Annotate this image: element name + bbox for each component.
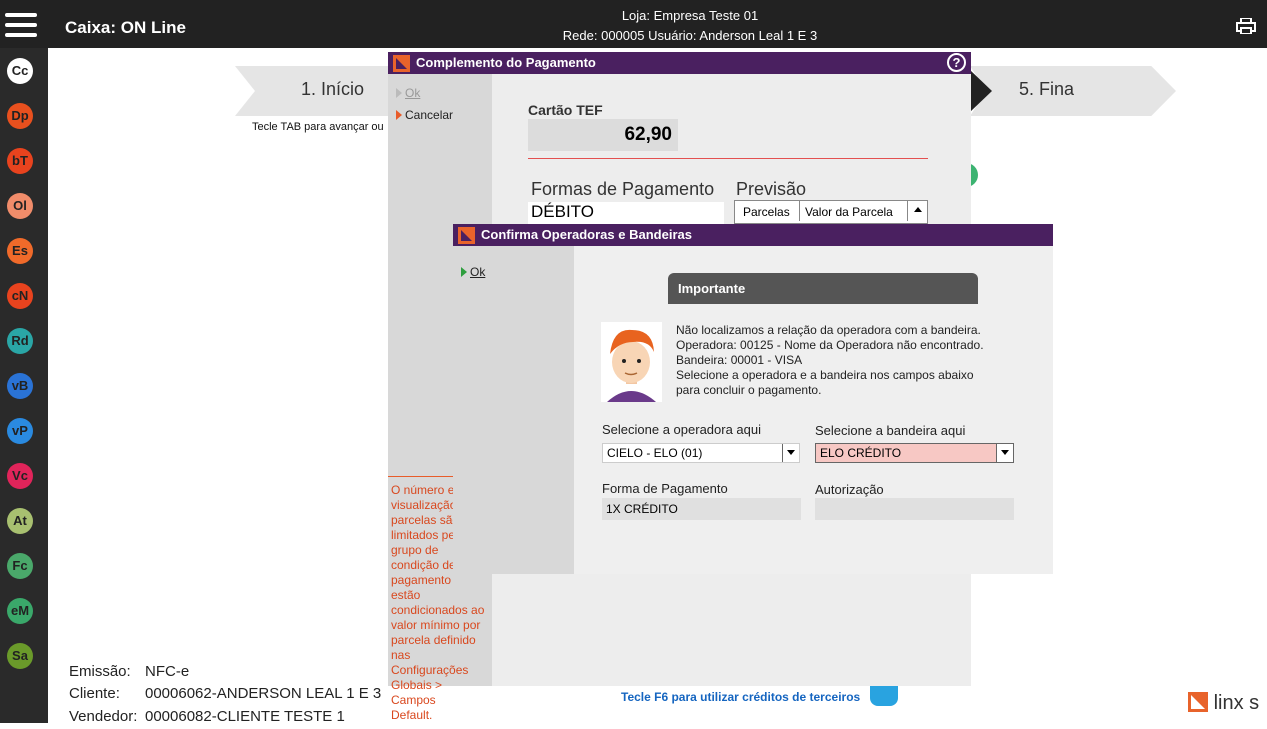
complemento-ok-button[interactable]: Ok — [396, 86, 420, 100]
operadora-value: CIELO - ELO (01) — [607, 446, 703, 460]
confirma-titlebar: Confirma Operadoras e Bandeiras — [453, 224, 1053, 246]
col-valor-parcela: Valor da Parcela — [805, 205, 893, 219]
important-message: Não localizamos a relação da operadora c… — [676, 323, 996, 398]
tef-value: 62,90 — [528, 119, 678, 151]
sidebar-item-fc[interactable]: Fc — [7, 553, 33, 579]
autorizacao-field[interactable] — [815, 498, 1014, 520]
bandeira-value: ELO CRÉDITO — [820, 446, 902, 460]
operadora-label: Selecione a operadora aqui — [602, 422, 762, 437]
printer-icon[interactable] — [1236, 18, 1256, 34]
step-final: 5. Fina — [970, 66, 1176, 116]
tab-hint: Tecle TAB para avançar ou — [252, 121, 384, 133]
sidebar-item-dp[interactable]: Dp — [7, 103, 33, 129]
vendedor-value: 00006082-CLIENTE TESTE 1 — [145, 708, 345, 725]
previsao-table: Parcelas Valor da Parcela — [734, 200, 928, 224]
previsao-title: Previsão — [736, 179, 807, 199]
confirma-title: Confirma Operadoras e Bandeiras — [481, 227, 692, 242]
scroll-up-button[interactable] — [907, 201, 927, 221]
store-info: Loja: Empresa Teste 01 Rede: 000005 Usuá… — [560, 6, 820, 46]
message-line: Selecione a operadora e a bandeira nos c… — [676, 368, 974, 382]
menu-icon[interactable] — [5, 13, 37, 37]
ok-label: Ok — [405, 86, 421, 100]
bandeira-select[interactable]: ELO CRÉDITO — [815, 443, 1014, 463]
message-line: Não localizamos a relação da operadora c… — [676, 323, 981, 337]
sidebar-item-cn[interactable]: cN — [7, 283, 33, 309]
complemento-title: Complemento do Pagamento — [416, 55, 596, 70]
sidebar: Cc Dp bT Ol Es cN Rd vB vP Vc At Fc eM Sa — [0, 48, 48, 723]
sidebar-item-vc[interactable]: Vc — [7, 463, 33, 489]
arrow-right-icon — [461, 267, 467, 277]
step-final-label: 5. Fina — [1019, 79, 1075, 99]
formas-title: Formas de Pagamento — [531, 179, 715, 199]
linx-logo: linx s — [1188, 692, 1259, 715]
message-line: Operadora: 00125 - Nome da Operadora não… — [676, 338, 984, 352]
arrow-right-icon — [396, 88, 402, 98]
confirma-sidebar: Ok — [453, 246, 574, 574]
app-title: Caixa: ON Line — [65, 18, 186, 37]
f6-hint: Tecle F6 para utilizar créditos de terce… — [621, 690, 861, 704]
cancel-button[interactable]: Cancelar — [396, 108, 453, 122]
forma-pagamento-label: Forma de Pagamento — [602, 481, 728, 496]
emissao-value: NFC-e — [145, 663, 190, 680]
help-icon[interactable]: ? — [947, 53, 966, 72]
step-start-label: 1. Início — [301, 79, 365, 99]
store-line: Loja: Empresa Teste 01 — [621, 8, 759, 23]
sidebar-item-es[interactable]: Es — [7, 238, 33, 264]
assistant-avatar-icon — [601, 322, 662, 402]
linx-logo-mark — [1188, 692, 1208, 712]
bandeira-label: Selecione a bandeira aqui — [815, 423, 966, 438]
complemento-titlebar: Complemento do Pagamento ? — [388, 52, 971, 74]
cancel-label: Cancelar — [405, 108, 454, 122]
sidebar-item-ol[interactable]: Ol — [7, 193, 33, 219]
operadora-select[interactable]: CIELO - ELO (01) — [602, 443, 800, 463]
sidebar-item-em[interactable]: eM — [7, 598, 33, 624]
cliente-value: 00006062-ANDERSON LEAL 1 E 3 — [145, 685, 382, 702]
forma-pagamento-field: 1X CRÉDITO — [602, 498, 801, 520]
network-user-line: Rede: 000005 Usuário: Anderson Leal 1 E … — [562, 28, 818, 43]
confirma-dialog: Confirma Operadoras e Bandeiras Ok Impor… — [453, 224, 1053, 574]
sidebar-item-bt[interactable]: bT — [7, 148, 33, 174]
cliente-label: Cliente: — [69, 685, 120, 702]
divider — [528, 158, 928, 159]
important-header: Importante — [668, 273, 978, 304]
chevron-down-icon[interactable] — [996, 444, 1013, 462]
confirma-ok-button[interactable]: Ok — [461, 265, 485, 279]
payment-method-item[interactable]: DÉBITO — [528, 202, 724, 224]
message-line: para concluir o pagamento. — [676, 383, 822, 397]
app-logo-icon — [458, 227, 475, 244]
arrow-right-icon — [396, 110, 402, 120]
ok-label: Ok — [470, 265, 486, 279]
message-line: Bandeira: 00001 - VISA — [676, 353, 803, 367]
top-bar: Caixa: ON Line Loja: Empresa Teste 01 Re… — [0, 0, 1267, 48]
sidebar-item-vb[interactable]: vB — [7, 373, 33, 399]
col-parcelas: Parcelas — [743, 205, 790, 219]
footer-vendedor: Vendedor: 00006082-CLIENTE TESTE 1 — [69, 708, 345, 725]
footer-cliente: Cliente: 00006062-ANDERSON LEAL 1 E 3 — [69, 685, 381, 702]
chevron-down-icon[interactable] — [782, 444, 799, 462]
confirma-main: Importante Não localizamos a relação da … — [574, 246, 1053, 574]
shopping-bag-icon[interactable] — [870, 684, 898, 706]
sidebar-item-rd[interactable]: Rd — [7, 328, 33, 354]
autorizacao-label: Autorização — [815, 482, 884, 497]
vendedor-label: Vendedor: — [69, 708, 138, 725]
sidebar-item-cc[interactable]: Cc — [7, 58, 33, 84]
sidebar-item-vp[interactable]: vP — [7, 418, 33, 444]
linx-logo-text: linx s — [1213, 692, 1260, 714]
emissao-label: Emissão: — [69, 663, 131, 680]
sidebar-item-sa[interactable]: Sa — [7, 643, 33, 669]
footer-emissao: Emissão: NFC-e — [69, 663, 189, 680]
sidebar-item-at[interactable]: At — [7, 508, 33, 534]
tef-label: Cartão TEF — [528, 102, 603, 118]
app-logo-icon — [393, 55, 410, 72]
